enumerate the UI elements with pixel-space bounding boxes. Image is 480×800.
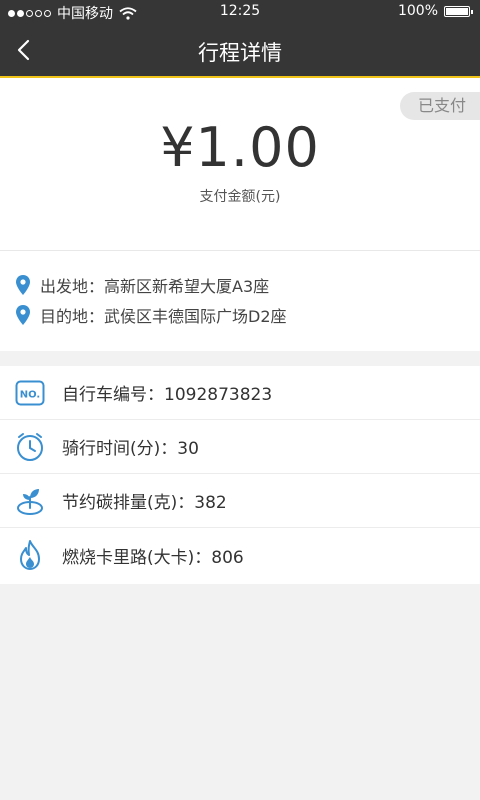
calories-text: 燃烧卡里路(大卡)：806	[62, 547, 244, 568]
detail-bike-number: NO. 自行车编号：1092873823	[0, 366, 480, 420]
destination-text: 目的地：武侯区丰德国际广场D2座	[40, 307, 287, 326]
origin-text: 出发地：高新区新希望大厦A3座	[40, 277, 270, 296]
leaf-icon	[14, 485, 46, 517]
payment-summary: 已支付 ¥1.00 支付金额(元)	[0, 78, 480, 251]
ride-time-text: 骑行时间(分)：30	[62, 439, 199, 459]
payment-amount: ¥1.00	[160, 116, 320, 179]
detail-carbon: 节约碳排量(克)：382	[0, 474, 480, 528]
battery-icon	[444, 5, 473, 17]
flame-icon	[14, 539, 46, 571]
status-right: 100%	[397, 3, 473, 19]
bike-number-text: 自行车编号：1092873823	[62, 385, 273, 405]
ride-details: NO. 自行车编号：1092873823 骑行时间(分)：30 节约碳排量(克)…	[0, 366, 480, 584]
page-title: 行程详情	[198, 41, 282, 65]
nav-bar: 行程详情	[0, 24, 480, 78]
location-pin-icon	[16, 305, 30, 325]
detail-ride-time: 骑行时间(分)：30	[0, 420, 480, 474]
location-pin-icon	[16, 275, 30, 295]
battery-percent: 100%	[397, 3, 438, 19]
payment-amount-label: 支付金额(元)	[199, 189, 281, 205]
bike-number-icon: NO.	[14, 377, 46, 409]
clock-icon	[14, 431, 46, 463]
route-destination: 目的地：武侯区丰德国际广场D2座	[16, 303, 287, 327]
carbon-text: 节约碳排量(克)：382	[62, 493, 227, 513]
svg-text:NO.: NO.	[20, 389, 40, 400]
route-section: 出发地：高新区新希望大厦A3座 目的地：武侯区丰德国际广场D2座	[0, 251, 480, 351]
route-origin: 出发地：高新区新希望大厦A3座	[16, 273, 269, 297]
detail-calories: 燃烧卡里路(大卡)：806	[0, 528, 480, 582]
status-bar: 中国移动 12:25 100%	[0, 0, 480, 24]
